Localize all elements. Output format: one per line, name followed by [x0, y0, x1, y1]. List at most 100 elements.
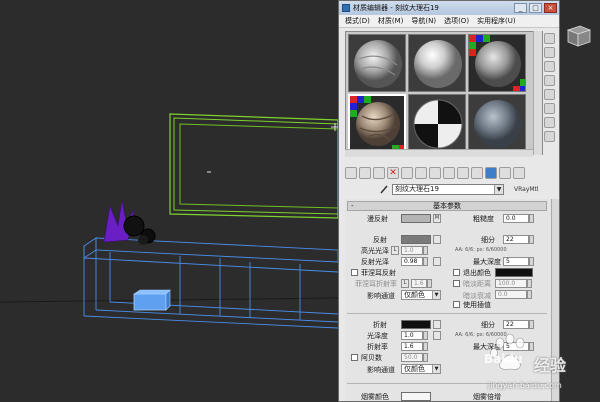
vase-object[interactable]: [103, 199, 156, 245]
refr-affect-channels-select[interactable]: 仅颜色 ▼: [401, 364, 441, 374]
assign-to-selection-icon[interactable]: [373, 167, 385, 179]
fresnel-checkbox[interactable]: [351, 269, 358, 276]
refraction-color-swatch[interactable]: [401, 320, 431, 329]
menu-utilities[interactable]: 实用程序(U): [473, 16, 520, 26]
diffuse-map-button[interactable]: M: [433, 214, 441, 223]
dim-distance-input[interactable]: 100.0: [495, 279, 527, 288]
basic-params-rollout[interactable]: - 基本参数: [347, 201, 547, 211]
refl-subdivs-input[interactable]: 22: [503, 235, 529, 244]
go-to-parent-icon[interactable]: [485, 167, 497, 179]
refl-gloss-spinner[interactable]: [423, 257, 428, 266]
options-icon[interactable]: [544, 117, 555, 128]
sample-slot-4-active[interactable]: [348, 94, 406, 152]
maximize-button[interactable]: □: [529, 3, 542, 13]
sample-slot-6[interactable]: [468, 94, 526, 152]
exit-color-checkbox[interactable]: [453, 269, 460, 276]
material-type-button[interactable]: VRayMtl: [514, 186, 539, 193]
refl-max-depth-input[interactable]: 5: [503, 257, 529, 266]
reflection-map-button[interactable]: [433, 235, 441, 244]
refl-affect-channels-select[interactable]: 仅颜色 ▼: [401, 290, 441, 300]
menu-mode[interactable]: 模式(D): [341, 16, 374, 26]
box-object[interactable]: [133, 289, 171, 311]
reset-map-icon[interactable]: ✕: [387, 167, 399, 179]
show-map-icon[interactable]: [457, 167, 469, 179]
frame-mid: [173, 117, 339, 215]
fresnel-ior-input[interactable]: 1.6: [411, 279, 427, 288]
fresnel-ior-lock-button[interactable]: L: [401, 279, 409, 288]
sample-slot-2[interactable]: [408, 34, 466, 92]
refl-subdivs-spinner[interactable]: [529, 235, 534, 244]
menu-material[interactable]: 材质(M): [374, 16, 408, 26]
refr-gloss-spinner[interactable]: [423, 331, 428, 340]
refraction-map-button[interactable]: [433, 320, 441, 329]
hilight-lock-button[interactable]: L: [391, 246, 399, 255]
fresnel-ior-spinner[interactable]: [427, 279, 432, 288]
abbe-input[interactable]: 50.0: [401, 353, 423, 362]
sample-scroll-vertical[interactable]: [533, 31, 542, 155]
menu-bar: 模式(D) 材质(M) 导航(N) 选项(O) 实用程序(U): [339, 15, 559, 28]
uv-tiling-icon[interactable]: [544, 75, 555, 86]
fog-color-label: 烟雾颜色: [361, 393, 389, 401]
fog-color-swatch[interactable]: [401, 392, 431, 401]
menu-navigation[interactable]: 导航(N): [407, 16, 440, 26]
dim-falloff-spinner[interactable]: [527, 290, 532, 299]
exit-color-swatch[interactable]: [495, 268, 533, 277]
make-preview-icon[interactable]: [544, 103, 555, 114]
roughness-spinner[interactable]: [529, 214, 534, 223]
watermark-baidu: Baidu: [484, 352, 523, 366]
sample-type-icon[interactable]: [544, 33, 555, 44]
video-color-check-icon[interactable]: [544, 89, 555, 100]
put-to-scene-icon[interactable]: [359, 167, 371, 179]
refr-subdivs-input[interactable]: 22: [503, 320, 529, 329]
get-material-icon[interactable]: [345, 167, 357, 179]
viewcube-icon[interactable]: [562, 22, 592, 48]
abbe-checkbox[interactable]: [351, 354, 358, 361]
dim-falloff-input[interactable]: 0.0: [495, 290, 527, 299]
refr-gloss-map-button[interactable]: [433, 331, 441, 340]
refr-subdivs-spinner[interactable]: [529, 320, 534, 329]
hilight-gloss-label: 高光光泽: [361, 247, 389, 255]
cabinet-wireframe[interactable]: [83, 237, 339, 329]
hilight-gloss-input[interactable]: 1.0: [401, 246, 423, 255]
use-interp-label: 使用插值: [463, 301, 491, 309]
refr-affect-channels-label: 影响通道: [367, 366, 395, 374]
chevron-down-icon: ▼: [432, 365, 440, 373]
menu-options[interactable]: 选项(O): [440, 16, 473, 26]
sample-slot-1[interactable]: [348, 34, 406, 92]
roughness-input[interactable]: 0.0: [503, 214, 529, 223]
reflection-color-swatch[interactable]: [401, 235, 431, 244]
make-copy-icon[interactable]: [401, 167, 413, 179]
dim-distance-spinner[interactable]: [527, 279, 532, 288]
refl-max-depth-spinner[interactable]: [529, 257, 534, 266]
put-to-library-icon[interactable]: [429, 167, 441, 179]
refl-aa-hint: AA: 6/6; px: 6/60000: [455, 247, 507, 253]
close-button[interactable]: ×: [544, 3, 557, 13]
make-unique-icon[interactable]: [415, 167, 427, 179]
sample-slot-3[interactable]: [468, 34, 526, 92]
go-forward-sibling-icon[interactable]: [499, 167, 511, 179]
background-checker-icon[interactable]: [544, 61, 555, 72]
sample-scroll-horizontal[interactable]: [345, 149, 533, 157]
select-by-material-icon[interactable]: [544, 131, 555, 142]
backlight-icon[interactable]: [544, 47, 555, 58]
ior-spinner[interactable]: [423, 342, 428, 351]
minimize-button[interactable]: _: [514, 3, 527, 13]
hilight-gloss-spinner[interactable]: [423, 246, 428, 255]
frame-outer[interactable]: [169, 113, 339, 219]
refl-gloss-map-button[interactable]: [433, 257, 441, 266]
title-bar[interactable]: 材质编辑器 - 刻纹大理石19 _ □ ×: [339, 1, 559, 15]
ior-input[interactable]: 1.6: [401, 342, 423, 351]
navigate-icon[interactable]: [513, 167, 525, 179]
material-name-field[interactable]: 刻纹大理石19 ▼: [392, 183, 504, 195]
show-end-result-icon[interactable]: [471, 167, 483, 179]
chevron-down-icon[interactable]: ▼: [494, 184, 503, 194]
material-id-icon[interactable]: [443, 167, 455, 179]
refr-gloss-input[interactable]: 1.0: [401, 331, 423, 340]
refl-gloss-input[interactable]: 0.98: [401, 257, 423, 266]
eyedropper-icon[interactable]: [379, 184, 389, 194]
dim-distance-checkbox[interactable]: [453, 280, 460, 287]
diffuse-color-swatch[interactable]: [401, 214, 431, 223]
abbe-spinner[interactable]: [423, 353, 428, 362]
use-interp-checkbox[interactable]: [453, 301, 460, 308]
sample-slot-5[interactable]: [408, 94, 466, 152]
